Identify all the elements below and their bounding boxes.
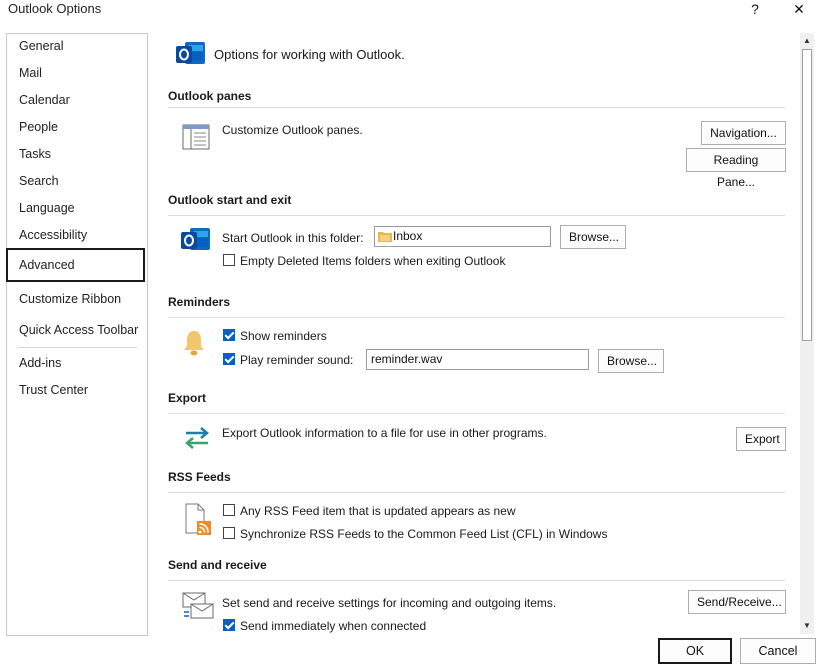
- section-divider: [168, 580, 785, 581]
- scrollbar-thumb[interactable]: [802, 49, 812, 341]
- rss-sync-checkbox[interactable]: [223, 527, 235, 539]
- section-title-export: Export: [168, 391, 207, 405]
- play-sound-label: Play reminder sound:: [240, 353, 354, 367]
- sidebar-item-tasks[interactable]: Tasks: [19, 143, 51, 165]
- sidebar-item-calendar[interactable]: Calendar: [19, 89, 70, 111]
- section-title-send-receive: Send and receive: [168, 558, 267, 572]
- send-immediately-checkbox[interactable]: [223, 619, 235, 631]
- rss-icon: [185, 503, 211, 535]
- start-folder-value: Inbox: [393, 229, 423, 243]
- send-receive-icon: [182, 592, 214, 619]
- sidebar-separator: [17, 347, 137, 348]
- section-divider: [168, 107, 785, 108]
- options-content: Options for working with Outlook. Outloo…: [158, 33, 798, 634]
- outlook-start-icon: [181, 228, 210, 250]
- section-divider: [168, 492, 785, 493]
- sidebar-item-people[interactable]: People: [19, 116, 58, 138]
- ok-button[interactable]: OK: [658, 638, 732, 664]
- section-title-start-exit: Outlook start and exit: [168, 193, 292, 207]
- empty-deleted-checkbox[interactable]: [223, 254, 235, 266]
- sidebar-item-search[interactable]: Search: [19, 170, 59, 192]
- close-button[interactable]: ✕: [784, 0, 814, 20]
- navigation-button[interactable]: Navigation...: [701, 121, 786, 145]
- sidebar-item-general[interactable]: General: [19, 35, 63, 57]
- panes-description: Customize Outlook panes.: [222, 123, 363, 137]
- rss-item-new-checkbox[interactable]: [223, 504, 235, 516]
- play-sound-checkbox[interactable]: [223, 353, 235, 365]
- show-reminders-label: Show reminders: [240, 329, 327, 343]
- scroll-down-arrow-icon[interactable]: ▼: [800, 619, 814, 633]
- send-immediately-label: Send immediately when connected: [240, 619, 427, 633]
- export-arrows-icon: [185, 427, 209, 449]
- sidebar-item-trust-center[interactable]: Trust Center: [19, 379, 88, 401]
- sidebar-item-language[interactable]: Language: [19, 197, 75, 219]
- sidebar-item-advanced[interactable]: Advanced: [19, 254, 75, 276]
- show-reminders-checkbox[interactable]: [223, 329, 235, 341]
- sidebar: General Mail Calendar People Tasks Searc…: [6, 33, 148, 636]
- content-scrollbar[interactable]: ▲ ▼: [800, 33, 814, 634]
- reminder-sound-field[interactable]: reminder.wav: [366, 349, 589, 370]
- help-button[interactable]: ?: [740, 0, 770, 20]
- export-description: Export Outlook information to a file for…: [222, 426, 547, 440]
- sidebar-item-mail[interactable]: Mail: [19, 62, 42, 84]
- section-divider: [168, 215, 785, 216]
- sidebar-item-quick-access-toolbar[interactable]: Quick Access Toolbar: [19, 319, 138, 341]
- empty-deleted-label: Empty Deleted Items folders when exiting…: [240, 254, 506, 268]
- start-folder-field[interactable]: Inbox: [374, 226, 551, 247]
- outlook-logo-icon: [176, 42, 205, 64]
- folder-icon: [378, 232, 392, 242]
- section-title-rss: RSS Feeds: [168, 470, 231, 484]
- rss-item-new-label: Any RSS Feed item that is updated appear…: [240, 504, 516, 518]
- section-title-reminders: Reminders: [168, 295, 231, 309]
- bell-icon: [184, 331, 204, 356]
- sound-browse-button[interactable]: Browse...: [598, 349, 664, 373]
- start-folder-label: Start Outlook in this folder:: [222, 231, 364, 245]
- sidebar-item-accessibility[interactable]: Accessibility: [19, 224, 87, 246]
- panes-icon: [182, 124, 210, 150]
- start-folder-browse-button[interactable]: Browse...: [560, 225, 626, 249]
- window-title: Outlook Options: [8, 1, 102, 16]
- send-receive-button[interactable]: Send/Receive...: [688, 590, 786, 614]
- section-title-panes: Outlook panes: [168, 89, 252, 103]
- export-button[interactable]: Export: [736, 427, 786, 451]
- section-divider: [168, 413, 785, 414]
- send-receive-description: Set send and receive settings for incomi…: [222, 596, 557, 610]
- rss-sync-label: Synchronize RSS Feeds to the Common Feed…: [240, 527, 608, 541]
- section-divider: [168, 317, 785, 318]
- cancel-button[interactable]: Cancel: [740, 638, 816, 664]
- page-header: Options for working with Outlook.: [214, 47, 405, 62]
- sidebar-item-add-ins[interactable]: Add-ins: [19, 352, 61, 374]
- reading-pane-button[interactable]: Reading Pane...: [686, 148, 786, 189]
- sidebar-item-customize-ribbon[interactable]: Customize Ribbon: [19, 288, 121, 310]
- scroll-up-arrow-icon[interactable]: ▲: [800, 34, 814, 48]
